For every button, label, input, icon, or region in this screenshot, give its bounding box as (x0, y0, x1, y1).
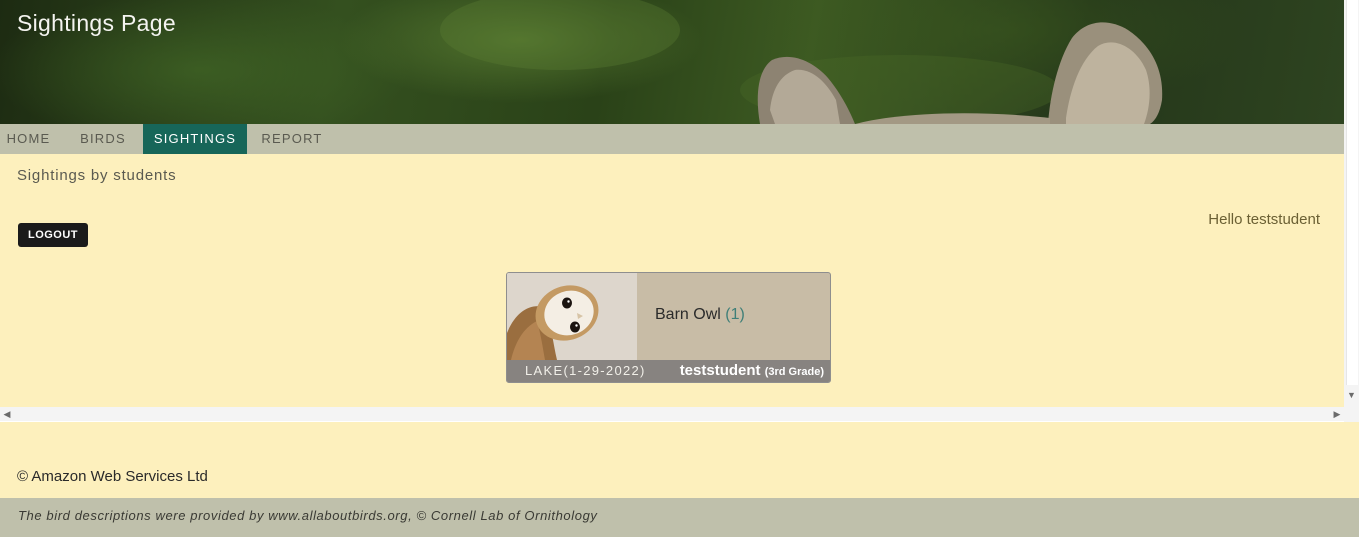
header-banner: Sightings Page (0, 0, 1344, 124)
section-heading: Sightings by students (17, 167, 177, 184)
scroll-right-icon[interactable]: ▶ (1330, 407, 1344, 421)
attribution-note: The bird descriptions were provided by w… (18, 508, 598, 523)
banner-bird-image (440, 0, 1163, 124)
page-title: Sightings Page (17, 10, 176, 36)
horizontal-scrollbar[interactable]: ◀ ▶ (0, 407, 1344, 421)
nav-item-sightings[interactable]: SIGHTINGS (143, 124, 247, 154)
page-footer: The bird descriptions were provided by w… (0, 498, 1359, 537)
sighting-card[interactable]: Barn Owl (1) LAKE(1-29-2022) teststudent… (506, 272, 831, 383)
copyright-area: © Amazon Web Services Ltd (0, 422, 1359, 498)
scroll-left-icon[interactable]: ◀ (0, 407, 14, 421)
nav-item-home[interactable]: HOME (0, 124, 57, 154)
bird-photo (507, 273, 637, 360)
student-name: teststudent (679, 362, 761, 379)
sighting-card-footer: LAKE(1-29-2022) teststudent (3rd Grade) (507, 360, 830, 382)
nav-item-report[interactable]: REPORT (256, 124, 328, 154)
copyright-text: © Amazon Web Services Ltd (17, 468, 208, 485)
barn-owl-image (507, 273, 637, 360)
nav-item-birds[interactable]: BIRDS (70, 124, 136, 154)
vertical-scrollbar[interactable]: ▼ (1344, 0, 1359, 422)
vertical-scroll-thumb[interactable] (1346, 0, 1358, 385)
main-content: Sightings by students Hello teststudent … (0, 154, 1344, 408)
sighting-bird-info: Barn Owl (1) (655, 306, 745, 324)
sighting-location: LAKE(1-29-2022) (525, 363, 646, 378)
user-greeting: Hello teststudent (1208, 211, 1320, 228)
logout-button[interactable]: LOGOUT (18, 223, 88, 247)
sighting-student: teststudent (3rd Grade) (680, 362, 824, 379)
bird-name: Barn Owl (655, 306, 721, 323)
student-grade: (3rd Grade) (764, 366, 824, 378)
main-nav: HOME BIRDS SIGHTINGS REPORT (0, 124, 1344, 154)
page: Sightings Page HOME BIRDS SIGHTINGS REPO… (0, 0, 1359, 537)
sighting-count: (1) (725, 306, 745, 323)
scroll-down-icon[interactable]: ▼ (1344, 388, 1359, 402)
